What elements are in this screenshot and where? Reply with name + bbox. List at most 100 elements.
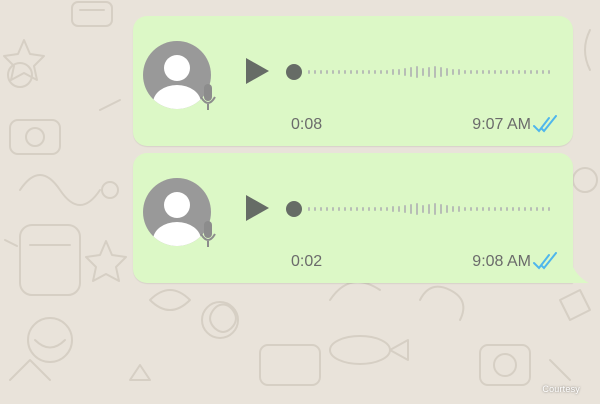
waveform-bar [446, 68, 448, 76]
waveform-bar [494, 70, 496, 74]
waveform-bar [326, 207, 328, 211]
waveform-bar [404, 205, 406, 213]
waveform-bar [332, 207, 334, 211]
waveform-bar [548, 70, 550, 74]
audio-waveform[interactable] [286, 59, 556, 85]
waveform-bar [404, 68, 406, 76]
waveform-bar [434, 203, 436, 215]
waveform-bar [368, 70, 370, 74]
waveform-bar [476, 207, 478, 211]
waveform-bar [398, 206, 400, 212]
waveform-bar [464, 70, 466, 74]
waveform-bar [530, 70, 532, 74]
seek-handle[interactable] [286, 64, 302, 80]
waveform-bar [464, 207, 466, 211]
waveform-bar [434, 66, 436, 78]
message-timestamp: 9:07 AM [472, 116, 531, 133]
waveform-bar [542, 207, 544, 211]
waveform-bar [446, 205, 448, 213]
voice-message-bubble[interactable]: 0:08 9:07 AM [133, 16, 573, 146]
waveform-bar [506, 70, 508, 74]
waveform-bar [440, 204, 442, 214]
microphone-icon [200, 84, 216, 110]
waveform-bar [440, 67, 442, 77]
double-check-read-icon [533, 252, 557, 270]
waveform-bar [458, 206, 460, 212]
waveform-bar [542, 70, 544, 74]
voice-duration: 0:02 [291, 253, 323, 270]
waveform-bars [308, 66, 550, 78]
waveform-bar [380, 207, 382, 211]
waveform-bar [482, 207, 484, 211]
waveform-bar [500, 207, 502, 211]
waveform-bar [374, 70, 376, 74]
waveform-bar [410, 204, 412, 214]
waveform-bar [362, 207, 364, 211]
waveform-bar [320, 207, 322, 211]
waveform-bar [368, 207, 370, 211]
waveform-bar [512, 70, 514, 74]
waveform-bar [470, 70, 472, 74]
waveform-bar [506, 207, 508, 211]
waveform-bar [416, 203, 418, 215]
waveform-bar [548, 207, 550, 211]
audio-waveform[interactable] [286, 196, 556, 222]
waveform-bar [350, 70, 352, 74]
waveform-bar [314, 207, 316, 211]
waveform-bar [452, 206, 454, 212]
waveform-bar [356, 70, 358, 74]
waveform-bar [482, 70, 484, 74]
bubble-tail [571, 263, 589, 283]
waveform-bar [422, 68, 424, 76]
microphone-icon [200, 221, 216, 247]
watermark-courtesy: Courtesy [542, 384, 580, 394]
waveform-bar [398, 69, 400, 75]
waveform-bar [500, 70, 502, 74]
waveform-bar [452, 69, 454, 75]
waveform-bar [344, 207, 346, 211]
waveform-bar [314, 70, 316, 74]
waveform-bar [458, 69, 460, 75]
waveform-bar [386, 70, 388, 74]
voice-duration: 0:08 [291, 116, 323, 133]
play-icon[interactable] [244, 194, 270, 222]
seek-handle[interactable] [286, 201, 302, 217]
waveform-bar [308, 70, 310, 74]
waveform-bar [476, 70, 478, 74]
waveform-bar [374, 207, 376, 211]
waveform-bar [392, 69, 394, 75]
waveform-bar [362, 70, 364, 74]
waveform-bar [536, 207, 538, 211]
waveform-bar [356, 207, 358, 211]
waveform-bar [410, 67, 412, 77]
waveform-bar [332, 70, 334, 74]
waveform-bar [470, 207, 472, 211]
waveform-bar [386, 207, 388, 211]
waveform-bar [350, 207, 352, 211]
waveform-bar [422, 205, 424, 213]
play-icon[interactable] [244, 57, 270, 85]
waveform-bar [380, 70, 382, 74]
waveform-bar [344, 70, 346, 74]
waveform-bar [512, 207, 514, 211]
waveform-bar [308, 207, 310, 211]
waveform-bar [524, 70, 526, 74]
waveform-bar [320, 70, 322, 74]
message-timestamp: 9:08 AM [472, 253, 531, 270]
waveform-bar [536, 70, 538, 74]
double-check-read-icon [533, 115, 557, 133]
waveform-bar [518, 70, 520, 74]
voice-message-bubble[interactable]: 0:02 9:08 AM [133, 153, 589, 283]
waveform-bar [428, 67, 430, 77]
waveform-bar [518, 207, 520, 211]
waveform-bar [488, 70, 490, 74]
waveform-bar [338, 207, 340, 211]
waveform-bar [524, 207, 526, 211]
waveform-bar [530, 207, 532, 211]
waveform-bar [428, 204, 430, 214]
waveform-bar [326, 70, 328, 74]
waveform-bar [494, 207, 496, 211]
waveform-bar [392, 206, 394, 212]
waveform-bars [308, 203, 550, 215]
waveform-bar [338, 70, 340, 74]
